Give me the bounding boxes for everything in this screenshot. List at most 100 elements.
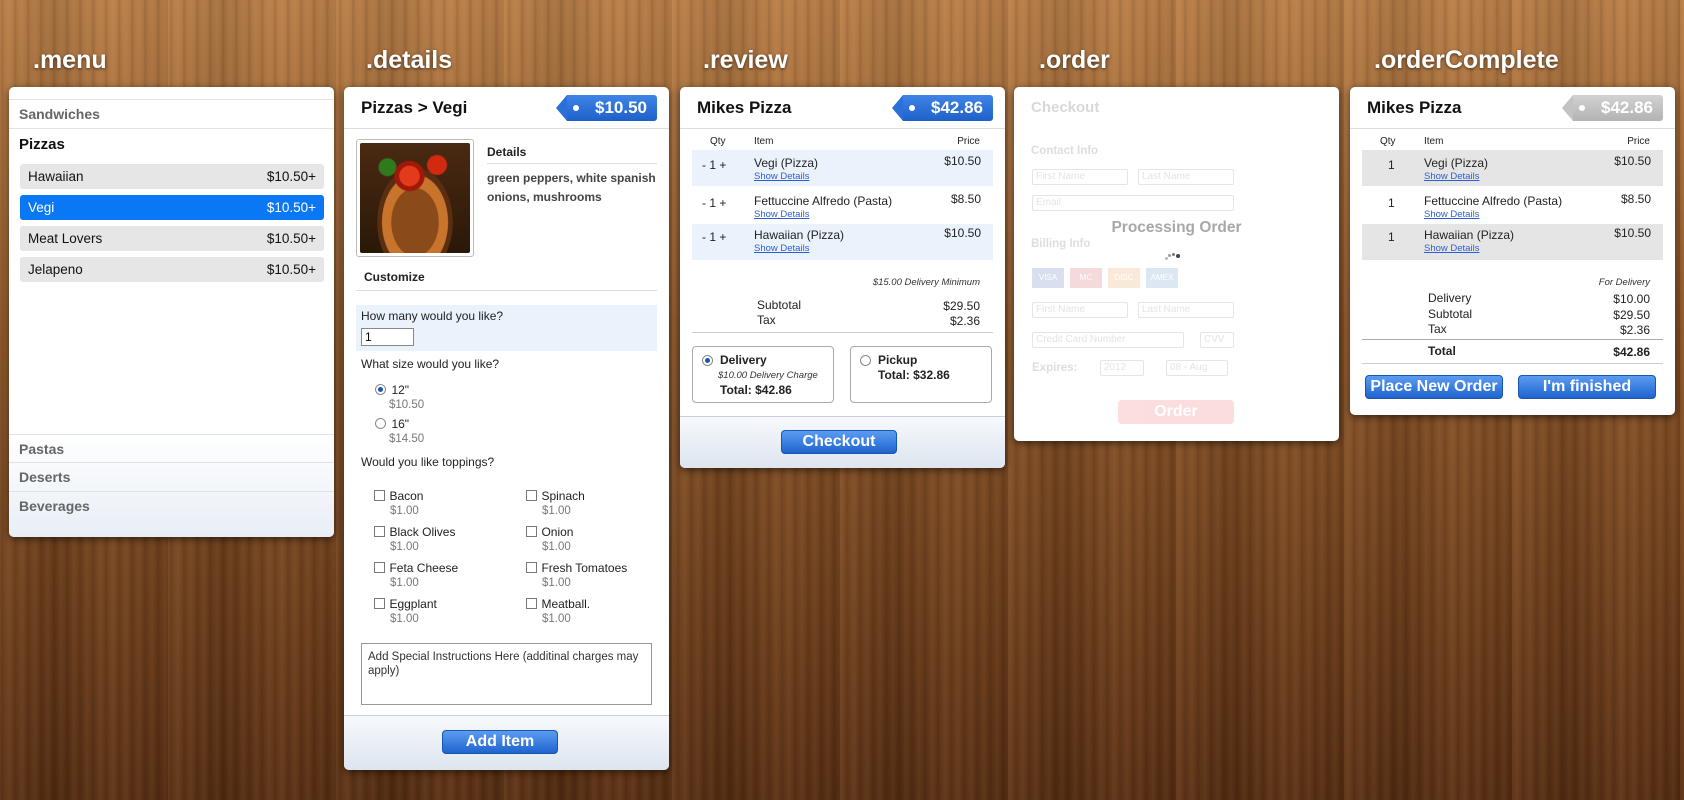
last-name-input[interactable]: Last Name [1138,169,1234,185]
menu-item-hawaiian[interactable]: Hawaiian $10.50+ [20,164,324,189]
tax-value: $2.36 [949,314,980,328]
delivery-label: Delivery [1428,291,1472,305]
menu-item-jelapeno[interactable]: Jelapeno $10.50+ [20,257,324,282]
pickup-radio[interactable] [860,355,871,366]
quantity-question: How many would you like? [361,309,504,323]
topping-checkbox[interactable] [526,598,537,610]
details-heading: Details [487,145,657,164]
topping-checkbox[interactable] [374,490,385,502]
size-price: $10.50 [389,399,425,411]
size-label: 12" [391,383,410,397]
order-panel: Checkout Contact Info First Name Last Na… [1014,87,1339,441]
cvv-input[interactable]: CVV [1200,332,1234,348]
checkout-button[interactable]: Checkout [781,430,897,454]
order-button[interactable]: Order [1118,400,1234,424]
topping-bacon[interactable]: Bacon $1.00 [374,487,423,517]
menu-panel: Sandwiches Pizzas Hawaiian $10.50+ Vegi $1… [9,87,334,537]
topping-price: $1.00 [390,505,419,517]
subtotal-label: Subtotal [757,298,802,312]
place-new-order-button[interactable]: Place New Order [1365,375,1503,399]
show-details-link[interactable]: Show Details [1424,171,1479,182]
details-description: green peppers, white spanish onions, mus… [487,171,656,204]
delivery-minimum: $15.00 Delivery Minimum [872,277,980,288]
topping-spinach[interactable]: Spinach $1.00 [526,487,585,517]
first-name-input[interactable]: First Name [1032,169,1128,185]
show-details-link[interactable]: Show Details [1424,209,1479,220]
tax-label: Tax [1428,322,1447,336]
topping-black-olives[interactable]: Black Olives $1.00 [374,523,455,553]
menu-item-price: $10.50+ [266,231,316,246]
topping-checkbox[interactable] [526,526,537,538]
item-price: $10.50 [1614,154,1651,168]
pickup-option[interactable]: Pickup Total: $32.86 [850,346,992,403]
email-input[interactable]: Email [1032,195,1234,211]
discover-icon[interactable]: DISC [1108,268,1140,288]
quantity-stepper[interactable]: - 1 + [702,196,726,210]
amex-icon[interactable]: AMEX [1146,268,1178,288]
quantity-stepper[interactable]: - 1 + [702,158,726,172]
show-details-link[interactable]: Show Details [1424,243,1479,254]
mastercard-icon[interactable]: MC [1070,268,1102,288]
menu-category-pizzas[interactable]: Pizzas [9,129,334,161]
menu-category-pastas[interactable]: Pastas [9,434,334,463]
visa-icon[interactable]: VISA [1032,268,1064,288]
topping-name: Fresh Tomatoes [541,561,628,575]
topping-name: Onion [541,525,574,539]
size-option-12[interactable]: 12" $10.50 [375,381,424,411]
delivery-radio[interactable] [702,355,713,366]
pizza-image [356,139,474,257]
menu-item-meat-lovers[interactable]: Meat Lovers $10.50+ [20,226,324,251]
menu-item-vegi[interactable]: Vegi $10.50+ [20,195,324,220]
topping-name: Spinach [541,489,585,503]
topping-feta-cheese[interactable]: Feta Cheese $1.00 [374,559,458,589]
show-details-link[interactable]: Show Details [754,171,809,182]
item-name: Vegi (Pizza) [1424,156,1489,170]
topping-checkbox[interactable] [374,526,385,538]
menu-category-sandwiches[interactable]: Sandwiches [9,100,334,129]
item-name: Vegi (Pizza) [754,156,819,170]
size-option-16[interactable]: 16" $14.50 [375,415,424,445]
label-details: .details [366,46,453,74]
topping-eggplant[interactable]: Eggplant $1.00 [374,595,437,625]
size-radio-16[interactable] [375,418,386,430]
topping-meatball[interactable]: Meatball. $1.00 [526,595,590,625]
header-qty: Qty [1380,136,1396,147]
delivery-option[interactable]: Delivery $10.00 Delivery Charge Total: $… [692,346,834,403]
expiry-month-select[interactable]: 08 - Aug [1166,360,1228,376]
restaurant-title: Mikes Pizza [1367,97,1462,117]
order-row: - 1 + Hawaiian (Pizza) Show Details $10.… [692,224,993,260]
topping-checkbox[interactable] [374,598,385,610]
menu-category-beverages[interactable]: Beverages [9,492,334,521]
quantity-input[interactable] [361,328,414,346]
show-details-link[interactable]: Show Details [754,209,809,220]
topping-checkbox[interactable] [526,562,537,574]
label-review: .review [703,46,788,74]
quantity-stepper[interactable]: - 1 + [702,230,726,244]
menu-item-price: $10.50+ [266,169,316,184]
label-order-complete: .orderComplete [1374,46,1559,74]
card-first-name-input[interactable]: First Name [1032,302,1128,318]
card-last-name-input[interactable]: Last Name [1138,302,1234,318]
menu-item-price: $10.50+ [266,200,316,215]
delivery-total: Total: $42.86 [720,383,792,397]
expiry-year-select[interactable]: 2012 [1100,360,1144,376]
topping-name: Black Olives [389,525,456,539]
delivery-value: $10.00 [1613,292,1650,306]
topping-onion[interactable]: Onion $1.00 [526,523,573,553]
topping-price: $1.00 [542,577,571,589]
topping-checkbox[interactable] [526,490,537,502]
topping-checkbox[interactable] [374,562,385,574]
size-radio-12[interactable] [375,384,386,396]
add-item-button[interactable]: Add Item [442,730,558,754]
customize-heading: Customize [356,270,657,291]
topping-fresh-tomatoes[interactable]: Fresh Tomatoes $1.00 [526,559,627,589]
loading-spinner-icon [1165,253,1181,263]
finished-button[interactable]: I'm finished [1518,375,1656,399]
special-instructions-textarea[interactable]: Add Special Instructions Here (additinal… [361,643,652,705]
menu-category-deserts[interactable]: Deserts [9,463,334,492]
topping-name: Eggplant [389,597,437,611]
order-row: - 1 + Vegi (Pizza) Show Details $10.50 [692,150,993,186]
show-details-link[interactable]: Show Details [754,243,809,254]
item-qty: 1 [1388,230,1395,244]
card-number-input[interactable]: Credit Card Number [1032,332,1184,348]
